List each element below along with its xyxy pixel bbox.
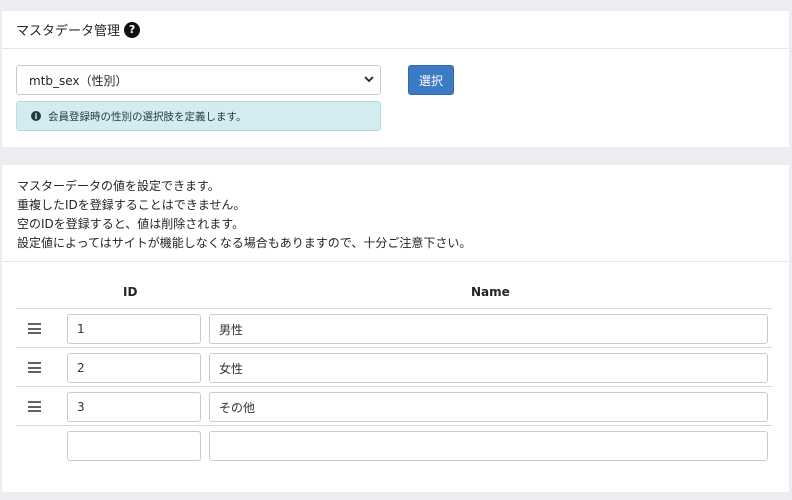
table-row: 3 その他 — [16, 388, 772, 426]
id-input[interactable]: 2 — [67, 353, 201, 383]
description: マスターデータの値を設定できます。 重複したIDを登録することはできません。 空… — [17, 177, 471, 253]
info-alert: i 会員登録時の性別の選択肢を定義します。 — [16, 101, 381, 131]
master-select-card: マスタデータ管理 ? mtb_sex（性別） 選択 i 会員登録時の性別の選択肢… — [2, 11, 789, 147]
table-divider — [16, 386, 772, 387]
select-button[interactable]: 選択 — [408, 65, 454, 95]
name-input[interactable]: 女性 — [209, 353, 768, 383]
name-input[interactable]: 男性 — [209, 314, 768, 344]
chevron-down-icon — [364, 76, 374, 83]
table-divider — [16, 308, 772, 309]
id-input[interactable]: 1 — [67, 314, 201, 344]
id-input[interactable]: 3 — [67, 392, 201, 422]
description-line: 設定値によってはサイトが機能しなくなる場合もありますので、十分ご注意下さい。 — [17, 236, 472, 250]
new-id-input[interactable] — [67, 431, 201, 461]
info-circle-icon: i — [31, 111, 41, 121]
help-icon[interactable]: ? — [124, 21, 141, 38]
divider — [2, 261, 789, 262]
select-value: mtb_sex（性別） — [29, 73, 128, 88]
description-line: 重複したIDを登録することはできません。 — [17, 198, 246, 212]
table-divider — [16, 425, 772, 426]
table-row-new — [16, 427, 772, 465]
table-row: 2 女性 — [16, 349, 772, 387]
drag-handle-icon[interactable] — [28, 362, 41, 373]
page-title: マスタデータ管理 — [16, 24, 121, 39]
card-header: マスタデータ管理 ? — [2, 11, 789, 49]
table-divider — [16, 347, 772, 348]
drag-handle-icon[interactable] — [28, 323, 41, 334]
column-header-id: ID — [123, 285, 138, 299]
master-table-select[interactable]: mtb_sex（性別） — [16, 65, 381, 95]
table-row: 1 男性 — [16, 310, 772, 348]
description-line: 空のIDを登録すると、値は削除されます。 — [17, 217, 245, 231]
new-name-input[interactable] — [209, 431, 768, 461]
drag-handle-icon[interactable] — [28, 401, 41, 412]
info-text: 会員登録時の性別の選択肢を定義します。 — [48, 110, 247, 123]
master-data-card: マスターデータの値を設定できます。 重複したIDを登録することはできません。 空… — [2, 165, 789, 492]
description-line: マスターデータの値を設定できます。 — [17, 179, 220, 193]
column-header-name: Name — [471, 285, 510, 299]
name-input[interactable]: その他 — [209, 392, 768, 422]
